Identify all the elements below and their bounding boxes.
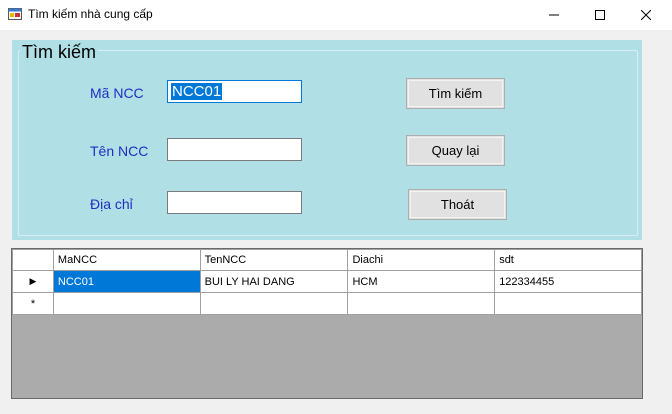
minimize-icon (549, 14, 559, 16)
app-icon (8, 8, 22, 20)
close-button[interactable] (623, 0, 669, 30)
cell-sdt[interactable] (494, 292, 642, 315)
column-header-diachi[interactable]: Diachi (347, 249, 496, 271)
column-header-tenncc[interactable]: TenNCC (199, 249, 349, 271)
ten-ncc-input[interactable] (167, 138, 302, 161)
column-header-sdt[interactable]: sdt (494, 249, 642, 271)
ten-ncc-label: Tên NCC (90, 143, 149, 159)
exit-button-label: Thoát (440, 197, 475, 212)
row-indicator-current[interactable]: ▶ (12, 270, 54, 293)
maximize-icon (595, 10, 605, 20)
cell-sdt[interactable]: 122334455 (494, 270, 642, 293)
groupbox-title: Tìm kiếm (20, 42, 98, 63)
back-button-label: Quay lại (431, 143, 480, 158)
cell-diachi[interactable]: HCM (347, 270, 496, 293)
dia-chi-label: Địa chỉ (90, 196, 133, 212)
close-icon (641, 10, 651, 20)
column-header-mancc[interactable]: MaNCC (52, 249, 201, 271)
table-row[interactable]: ▶ NCC01 BUI LY HAI DANG HCM 122334455 (12, 270, 642, 293)
cell-tenncc[interactable]: BUI LY HAI DANG (199, 270, 349, 293)
window-title: Tìm kiếm nhà cung cấp (28, 7, 153, 21)
search-button-label: Tìm kiếm (428, 86, 483, 101)
title-bar[interactable]: Tìm kiếm nhà cung cấp (0, 0, 672, 30)
minimize-button[interactable] (531, 0, 577, 30)
back-button[interactable]: Quay lại (406, 135, 505, 166)
row-indicator-new[interactable]: * (12, 292, 54, 315)
grid-corner-cell[interactable] (12, 249, 54, 271)
cell-mancc[interactable]: NCC01 (52, 270, 201, 293)
search-button[interactable]: Tìm kiếm (406, 78, 505, 109)
supplier-grid[interactable]: MaNCC TenNCC Diachi sdt ▶ NCC01 BUI LY H… (11, 248, 643, 399)
dia-chi-input[interactable] (167, 191, 302, 214)
ma-ncc-selected-text: NCC01 (171, 83, 223, 100)
cell-diachi[interactable] (347, 292, 496, 315)
exit-button[interactable]: Thoát (408, 189, 507, 220)
ma-ncc-label: Mã NCC (90, 85, 144, 101)
table-row-new[interactable]: * (12, 292, 642, 315)
cell-mancc[interactable] (52, 292, 201, 315)
supplier-table: MaNCC TenNCC Diachi sdt ▶ NCC01 BUI LY H… (12, 249, 642, 315)
ma-ncc-input[interactable]: NCC01 (167, 80, 302, 103)
cell-tenncc[interactable] (199, 292, 349, 315)
maximize-button[interactable] (577, 0, 623, 30)
grid-header-row: MaNCC TenNCC Diachi sdt (12, 249, 642, 271)
search-groupbox: Tìm kiếm Mã NCC NCC01 Tên NCC Địa chỉ Tì… (12, 40, 642, 240)
